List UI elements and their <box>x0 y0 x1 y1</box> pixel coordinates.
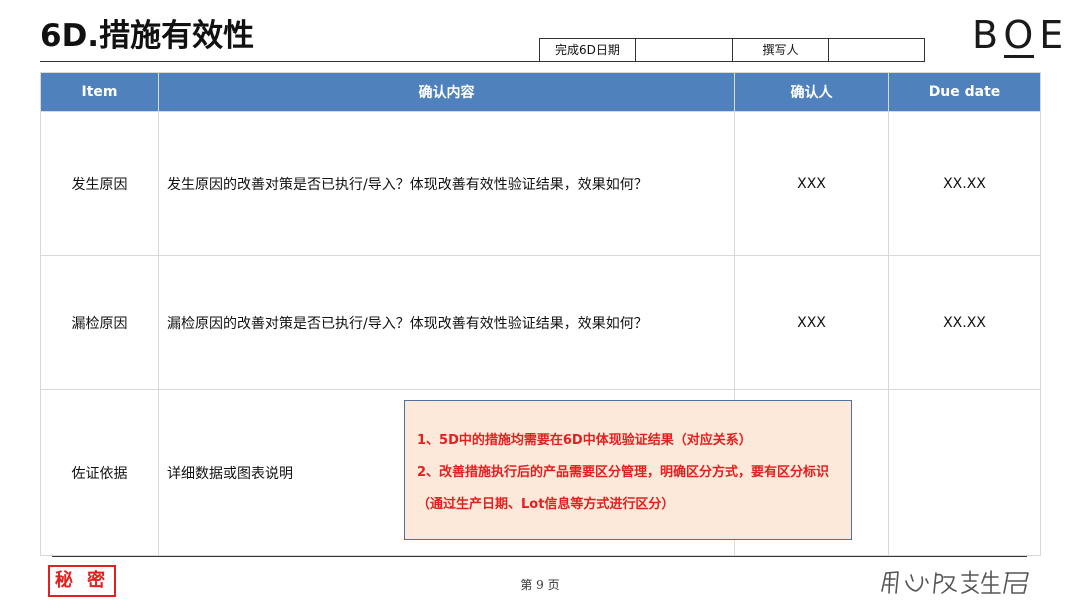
row-confirmer: XXX <box>734 255 889 390</box>
row-item: 漏检原因 <box>40 255 159 390</box>
complete-date-label: 完成6D日期 <box>539 38 636 61</box>
boe-logo: BOE <box>972 13 1066 58</box>
page-number: 第 9 页 <box>520 578 560 592</box>
row-due-date: XX.XX <box>888 255 1041 390</box>
header-due-date: Due date <box>888 72 1041 112</box>
table-row: 漏检原因 漏检原因的改善对策是否已执行/导入？体现改善有效性验证结果，效果如何？… <box>40 255 1041 390</box>
row-due-date: XX.XX <box>888 111 1041 256</box>
complete-date-field[interactable] <box>635 38 733 61</box>
slogan-signature <box>881 570 1029 594</box>
row-due-date <box>888 389 1041 556</box>
confidential-stamp: 秘 密 <box>48 565 116 597</box>
requirement-note-box: 1、5D中的措施均需要在6D中体现验证结果（对应关系） 2、改善措施执行后的产品… <box>404 400 852 540</box>
row-confirmer: XXX <box>734 111 889 256</box>
author-field[interactable] <box>828 38 925 61</box>
row-content: 漏检原因的改善对策是否已执行/导入？体现改善有效性验证结果，效果如何？ <box>158 255 735 390</box>
row-item: 发生原因 <box>40 111 159 256</box>
header-item: Item <box>40 72 159 112</box>
note-line-3: （通过生产日期、Lot信息等方式进行区分） <box>417 497 675 512</box>
footer-divider <box>52 556 1027 557</box>
header-content: 确认内容 <box>158 72 735 112</box>
note-line-2: 2、改善措施执行后的产品需要区分管理，明确区分方式，要有区分标识 <box>417 465 830 480</box>
row-content: 发生原因的改善对策是否已执行/导入？体现改善有效性验证结果，效果如何？ <box>158 111 735 256</box>
row-item: 佐证依据 <box>40 389 159 556</box>
page-title: 6D.措施有效性 <box>40 18 255 54</box>
header-confirmer: 确认人 <box>734 72 889 112</box>
logo-underline <box>1004 55 1034 58</box>
title-divider <box>40 61 925 62</box>
author-label: 撰写人 <box>732 38 829 61</box>
table-header-row: Item 确认内容 确认人 Due date <box>40 72 1041 112</box>
logo-text: BOE <box>972 13 1066 57</box>
table-row: 发生原因 发生原因的改善对策是否已执行/导入？体现改善有效性验证结果，效果如何？… <box>40 111 1041 256</box>
note-line-1: 1、5D中的措施均需要在6D中体现验证结果（对应关系） <box>417 433 752 448</box>
